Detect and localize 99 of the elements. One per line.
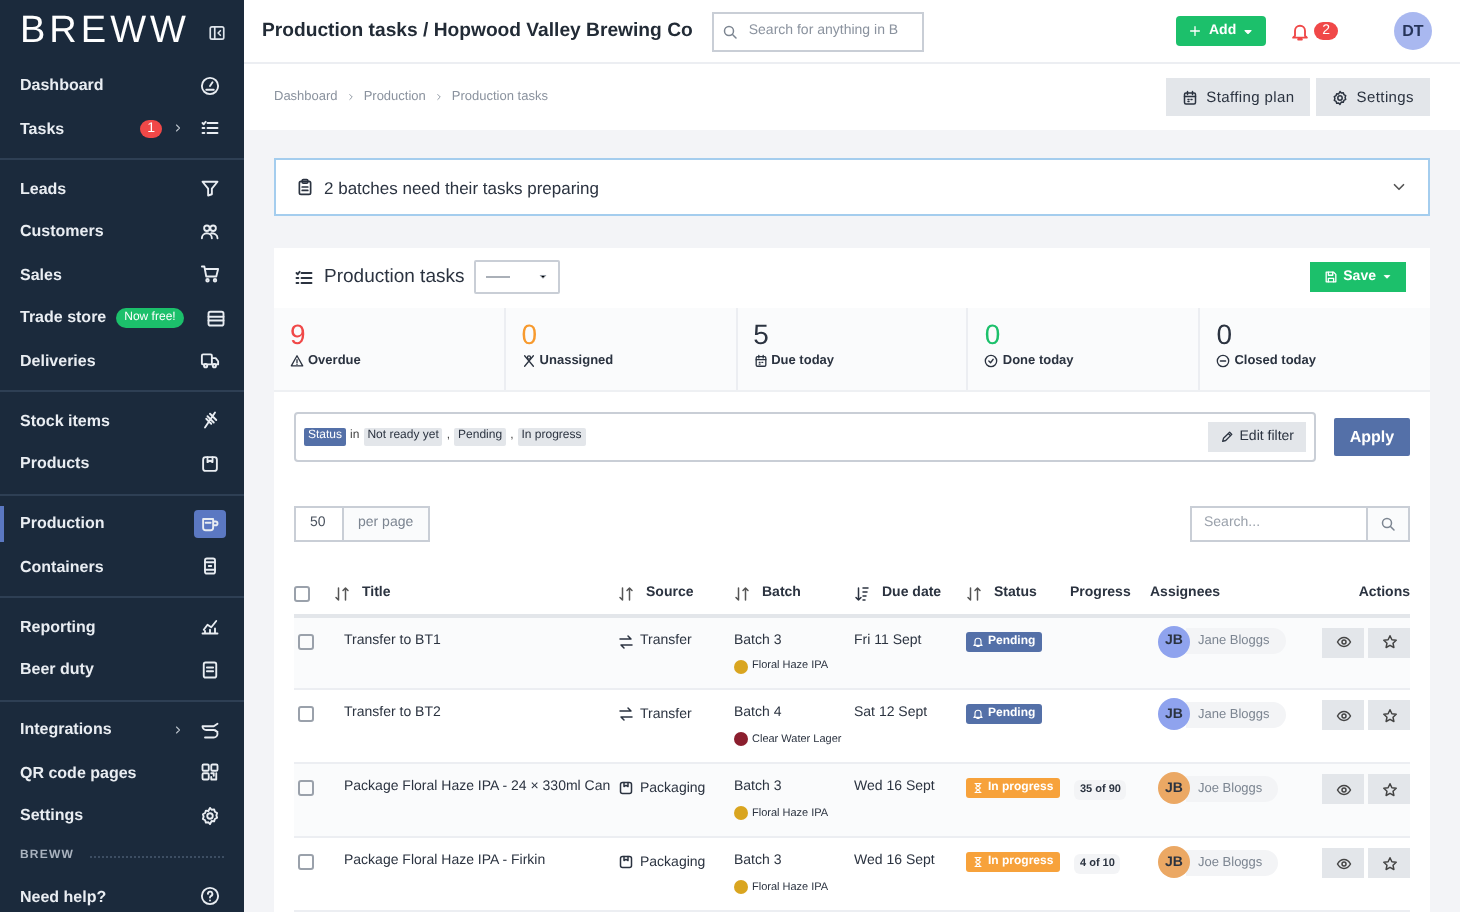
box-icon bbox=[618, 780, 634, 796]
page-title: Production tasks / Hopwood Valley Brewing Co bbox=[262, 20, 693, 42]
warning-icon bbox=[290, 353, 304, 368]
star-icon bbox=[1381, 707, 1397, 723]
stat-value: 9 bbox=[290, 317, 308, 350]
panel-title: Production tasks bbox=[324, 266, 465, 289]
hourglass-icon bbox=[972, 856, 984, 868]
swap-arrows-icon bbox=[618, 706, 634, 722]
calendar-icon bbox=[753, 353, 768, 368]
settings-icon bbox=[1332, 89, 1349, 105]
search-button[interactable] bbox=[1368, 505, 1410, 541]
box-icon bbox=[618, 854, 634, 870]
caret-icon bbox=[538, 272, 549, 283]
row-checkbox[interactable] bbox=[298, 780, 314, 796]
stat-value: 5 bbox=[753, 317, 771, 350]
stat-value: 0 bbox=[521, 317, 540, 350]
sidebar-item[interactable]: Containers bbox=[0, 545, 244, 588]
apply-button[interactable]: Apply bbox=[1334, 417, 1410, 455]
keg-icon bbox=[200, 556, 220, 577]
star-button[interactable] bbox=[1368, 774, 1410, 804]
brand-logo: BREWW bbox=[20, 10, 190, 54]
row-checkbox[interactable] bbox=[298, 854, 314, 870]
caret-icon bbox=[1242, 25, 1255, 37]
hourglass-icon bbox=[972, 782, 984, 794]
sort-icon[interactable] bbox=[734, 585, 750, 601]
bell-icon[interactable] bbox=[1290, 21, 1311, 41]
checklist-icon bbox=[294, 267, 314, 288]
pencil-icon bbox=[1219, 429, 1234, 443]
sidebar-item[interactable]: Sales bbox=[0, 253, 244, 296]
calendar-icon bbox=[1182, 89, 1199, 105]
sidebar-item[interactable]: Customers bbox=[0, 210, 244, 253]
check-circle-icon bbox=[984, 353, 999, 368]
chevron-down-icon[interactable] bbox=[1390, 178, 1408, 196]
sidebar-item[interactable]: Beer duty bbox=[0, 648, 244, 691]
star-icon bbox=[1381, 781, 1397, 797]
view-button[interactable] bbox=[1322, 848, 1364, 878]
eye-icon bbox=[1335, 855, 1351, 871]
batches-alert[interactable]: 2 batches need their tasks preparing bbox=[274, 158, 1430, 216]
sidebar-item[interactable]: Production bbox=[0, 502, 244, 545]
clipboard-icon bbox=[296, 178, 314, 196]
funnel-icon bbox=[200, 178, 220, 199]
star-icon bbox=[1381, 855, 1397, 871]
settings-icon bbox=[200, 805, 220, 826]
sidebar-item[interactable]: Stock items bbox=[0, 399, 244, 442]
qr-code-icon bbox=[200, 762, 220, 783]
view-button[interactable] bbox=[1322, 700, 1364, 730]
star-icon bbox=[1381, 634, 1397, 650]
row-checkbox[interactable] bbox=[298, 633, 314, 649]
stat-value: 0 bbox=[984, 317, 1003, 350]
bell-icon bbox=[972, 708, 984, 720]
sort-descending-icon[interactable] bbox=[854, 585, 870, 601]
gauge-icon bbox=[200, 75, 220, 96]
star-button[interactable] bbox=[1368, 627, 1410, 657]
checklist-icon bbox=[200, 118, 220, 139]
sidebar-item[interactable]: Products bbox=[0, 442, 244, 485]
search-icon bbox=[722, 23, 739, 39]
people-icon bbox=[200, 221, 220, 242]
crossed-person-icon bbox=[521, 353, 536, 368]
search-icon bbox=[1380, 515, 1396, 531]
box-icon bbox=[200, 453, 220, 474]
truck-icon bbox=[200, 350, 220, 371]
eye-icon bbox=[1335, 707, 1351, 723]
cart-icon bbox=[200, 264, 220, 285]
view-button[interactable] bbox=[1322, 774, 1364, 804]
sidebar-item[interactable]: Integrations bbox=[0, 708, 244, 751]
minus-circle-icon bbox=[1216, 353, 1231, 368]
document-icon bbox=[200, 659, 220, 680]
help-icon bbox=[200, 886, 220, 907]
sidebar-item[interactable]: Settings bbox=[0, 794, 244, 837]
chevron-right-icon bbox=[345, 92, 356, 102]
star-button[interactable] bbox=[1368, 848, 1410, 878]
line-chart-icon bbox=[200, 616, 220, 637]
caret-icon bbox=[1382, 272, 1392, 283]
sort-icon[interactable] bbox=[334, 585, 350, 601]
eye-icon bbox=[1335, 781, 1351, 797]
sidebar-item[interactable]: Dashboard bbox=[0, 64, 244, 107]
swap-arrows-icon bbox=[618, 633, 634, 649]
star-button[interactable] bbox=[1368, 700, 1410, 730]
user-avatar[interactable]: DT bbox=[1394, 12, 1432, 50]
sort-icon[interactable] bbox=[618, 585, 634, 601]
sidebar-item[interactable]: Leads bbox=[0, 167, 244, 210]
sidebar-item[interactable]: Reporting bbox=[0, 605, 244, 648]
eye-icon bbox=[1335, 634, 1351, 650]
sort-icon[interactable] bbox=[966, 585, 982, 601]
row-checkbox[interactable] bbox=[298, 706, 314, 722]
select-all-checkbox[interactable] bbox=[294, 585, 310, 601]
chevron-right-icon bbox=[433, 92, 444, 102]
alert-text: 2 batches need their tasks preparing bbox=[324, 177, 602, 197]
floppy-disk-icon bbox=[1323, 270, 1338, 285]
mug-icon bbox=[200, 513, 220, 534]
plus-icon bbox=[1188, 24, 1203, 38]
stat-value: 0 bbox=[1216, 317, 1234, 350]
sidebar-item[interactable]: Need help? bbox=[0, 875, 244, 912]
view-button[interactable] bbox=[1322, 627, 1364, 657]
sidebar-item[interactable]: QR code pages bbox=[0, 751, 244, 794]
sidebar-item[interactable]: Deliveries bbox=[0, 339, 244, 382]
bell-icon bbox=[972, 635, 984, 647]
collapse-sidebar-icon[interactable] bbox=[207, 23, 226, 41]
store-icon bbox=[205, 307, 226, 328]
